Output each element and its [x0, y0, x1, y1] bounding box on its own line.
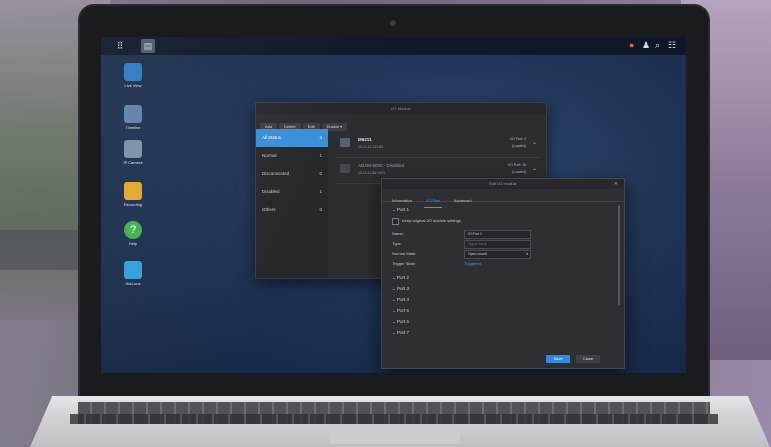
tab-information[interactable]: Information	[390, 195, 414, 207]
live-view-icon	[124, 63, 142, 81]
keep-settings-checkbox[interactable]	[392, 218, 399, 225]
normal-state-value: Open circuit	[468, 252, 487, 256]
dialog-title-text: Edit I/O module	[489, 181, 517, 186]
keyboard-row	[70, 414, 718, 424]
chevron-down-icon[interactable]: ⌄	[532, 165, 537, 172]
help-icon: ?	[124, 221, 142, 239]
sidebar-item-count: 0	[319, 171, 322, 176]
device-row[interactable]: M6211 10.13.12.212:80 I/O Port: 4 (Loade…	[336, 131, 540, 158]
sidebar-item-normal[interactable]: Normal 1	[256, 147, 328, 165]
close-button[interactable]: Close	[576, 355, 600, 363]
port-3-header[interactable]: ⌄ Port 3	[392, 286, 409, 292]
taskbar: ⠿ ▤ ● ♟ ⌕ ☷	[101, 37, 686, 55]
device-address: 10.13.11.66:1903	[358, 171, 385, 175]
desktop-icon-ip-camera[interactable]: IP Camera	[113, 140, 153, 165]
user-icon[interactable]: ♟	[642, 40, 650, 51]
sidebar-item-count: 0	[319, 207, 322, 212]
notification-icon[interactable]: ●	[629, 40, 634, 50]
sidebar-item-all-status[interactable]: All Status 4	[256, 129, 328, 147]
device-ports: I/O Port: 18	[508, 163, 526, 167]
tab-io-port[interactable]: I/O Port	[424, 195, 442, 208]
ip-camera-icon	[124, 140, 142, 158]
desktop-icon-label: Help	[128, 241, 138, 246]
port-7-header[interactable]: ⌄ Port 7	[392, 330, 409, 336]
desktop-icon-help[interactable]: ? Help	[113, 221, 153, 246]
trigger-state-label: Trigger State:	[392, 261, 417, 266]
window-toolbar: Add Delete Edit Enable ▾	[256, 115, 546, 131]
chevron-down-icon[interactable]: ⌄	[532, 139, 537, 146]
device-state: (Loaded)	[511, 144, 526, 148]
normal-state-label: Normal State:	[392, 251, 417, 256]
port-2-header[interactable]: ⌄ Port 2	[392, 275, 409, 281]
port-label: Port 6	[397, 319, 410, 324]
widgets-icon[interactable]: ☷	[668, 40, 676, 51]
window-title: I/O Module	[256, 103, 546, 115]
close-icon[interactable]: ✕	[614, 179, 618, 189]
device-icon	[340, 164, 350, 173]
port-label: Port 5	[397, 308, 410, 313]
sidebar-item-count: 1	[319, 189, 322, 194]
save-button[interactable]: Save	[546, 355, 570, 363]
keep-settings-label: Keep original I/O module settings	[402, 218, 461, 223]
sidebar-item-label: Disabled	[262, 189, 280, 194]
port-label: Port 3	[397, 286, 410, 291]
edit-io-module-dialog: Edit I/O module ✕ Information I/O Port Adv…	[381, 178, 625, 369]
desktop-icon-label: Live View	[124, 83, 142, 88]
add-ons-icon	[124, 261, 142, 279]
port-label: Port 7	[397, 330, 410, 335]
sidebar-item-label: Normal	[262, 153, 277, 158]
port-label: Port 4	[397, 297, 410, 302]
dialog-scrollbar[interactable]	[618, 205, 620, 305]
sidebar-item-count: 1	[319, 153, 322, 158]
normal-state-select[interactable]: Open circuit ▾	[464, 250, 531, 259]
webcam	[390, 20, 396, 26]
dropdown-arrow-icon: ▾	[526, 252, 528, 256]
desktop-icon-live-view[interactable]: Live View	[113, 63, 153, 88]
desktop-icon-timeline[interactable]: Timeline	[113, 105, 153, 130]
tab-advanced[interactable]: Advanced	[452, 195, 474, 207]
app-window-icon[interactable]: ▤	[141, 39, 155, 53]
port-1-header[interactable]: ⌄ Port 1	[392, 207, 409, 213]
desktop-icon-label: Add-ons	[125, 281, 141, 286]
search-icon[interactable]: ⌕	[655, 40, 660, 51]
dialog-title: Edit I/O module ✕	[382, 179, 624, 189]
sidebar-item-label: Disconnected	[262, 171, 290, 176]
device-icon	[340, 138, 350, 147]
sidebar-item-others[interactable]: Others 0	[256, 201, 328, 219]
sidebar-item-label: All Status	[262, 135, 282, 140]
device-name: ADAM-6050 - Disabled	[358, 163, 405, 168]
port-6-header[interactable]: ⌄ Port 6	[392, 319, 409, 325]
device-name: M6211	[358, 137, 372, 142]
sidebar-item-disconnected[interactable]: Disconnected 0	[256, 165, 328, 183]
device-address: 10.13.12.212:80	[358, 145, 384, 149]
timeline-icon	[124, 105, 142, 123]
sidebar-item-disabled[interactable]: Disabled 1	[256, 183, 328, 201]
port-4-header[interactable]: ⌄ Port 4	[392, 297, 409, 303]
recording-icon	[124, 182, 142, 200]
desktop-icon-label: Timeline	[125, 125, 141, 130]
type-label: Type:	[392, 241, 402, 246]
dialog-tabs: Information I/O Port Advanced	[382, 189, 624, 208]
trigger-state-value[interactable]: Triggered	[464, 261, 481, 266]
type-field: Digital Input	[464, 240, 531, 249]
sidebar-item-count: 4	[319, 135, 322, 140]
port-label: Port 1	[397, 207, 410, 212]
port-label: Port 2	[397, 275, 410, 280]
device-ports: I/O Port: 4	[510, 137, 526, 141]
device-state: (Loaded)	[511, 170, 526, 174]
main-menu-icon[interactable]: ⠿	[113, 39, 127, 53]
desktop-icon-label: Recording	[123, 202, 143, 207]
name-field[interactable]: IO Port 1	[464, 230, 531, 239]
desktop-icon-label: IP Camera	[123, 160, 143, 165]
status-sidebar: All Status 4 Normal 1 Disconnected 0 Disabl…	[256, 129, 328, 278]
desktop-icon-add-ons[interactable]: Add-ons	[113, 261, 153, 286]
sidebar-item-label: Others	[262, 207, 276, 212]
window-title-text: I/O Module	[391, 106, 411, 111]
name-label: Name:	[392, 231, 404, 236]
desktop-icon-recording[interactable]: Recording	[113, 182, 153, 207]
trackpad	[330, 428, 460, 444]
laptop-screen: ⠿ ▤ ● ♟ ⌕ ☷ Live View Timeline IP Camera…	[101, 37, 686, 373]
port-5-header[interactable]: ⌄ Port 5	[392, 308, 409, 314]
